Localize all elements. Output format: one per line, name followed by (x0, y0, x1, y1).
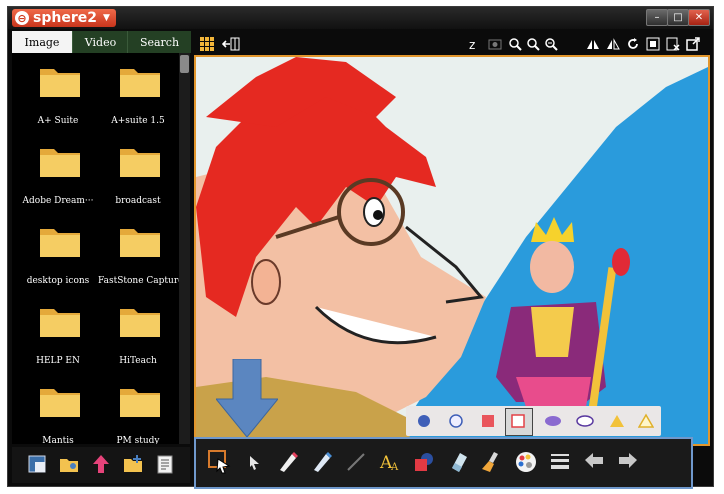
zoom-out-icon[interactable] (526, 37, 540, 51)
file-label: A+ Suite (37, 116, 79, 126)
sphere-logo-icon: ⊖ (15, 11, 29, 25)
outline-rect-selected-button[interactable] (505, 408, 533, 436)
file-label: FastStone Capture (98, 276, 179, 286)
fit-screen-icon[interactable] (646, 37, 660, 51)
outline-ellipse-icon[interactable] (576, 413, 594, 429)
close-button[interactable]: ✕ (688, 9, 710, 26)
chevron-down-icon: ▼ (102, 13, 110, 23)
select-tool-icon[interactable] (208, 450, 232, 474)
svg-text:z: z (469, 38, 475, 51)
upload-icon[interactable] (90, 453, 112, 475)
app-title: sphere2 (33, 10, 97, 26)
close-image-icon[interactable] (666, 37, 680, 51)
tab-search[interactable]: Search (127, 31, 191, 53)
line-width-tool-icon[interactable] (548, 450, 572, 474)
undo-icon[interactable] (582, 450, 606, 474)
tab-video[interactable]: Video (72, 31, 128, 53)
scrollbar-thumb[interactable] (180, 55, 189, 73)
file-list: A+ Suite A+suite 1.5 Adobe Dream··· broadca… (12, 53, 179, 444)
file-item[interactable]: desktop icons (18, 223, 98, 303)
folder-icon (120, 309, 160, 337)
app-menu-button[interactable]: ⊖ sphere2 ▼ (12, 9, 116, 27)
file-item[interactable]: Mantis (18, 383, 98, 444)
folder-icon (120, 229, 160, 257)
filled-ellipse-icon[interactable] (544, 413, 562, 429)
title-bar: ⊖ sphere2 ▼ – □ ✕ (8, 7, 713, 29)
folder-icon (40, 229, 80, 257)
grid-view-icon[interactable] (200, 37, 214, 51)
zoom-reset-icon[interactable] (544, 37, 558, 51)
export-icon[interactable] (686, 37, 700, 51)
folder-icon (40, 149, 80, 177)
file-item[interactable]: A+suite 1.5 (98, 63, 178, 143)
shape-palette (406, 406, 661, 436)
file-item[interactable]: Adobe Dream··· (18, 143, 98, 223)
file-actions-bar (12, 447, 190, 483)
properties-icon[interactable] (154, 453, 176, 475)
outline-rect-icon (511, 414, 525, 428)
folder-icon (40, 389, 80, 417)
collapse-panel-icon[interactable] (222, 37, 240, 51)
file-label: A+suite 1.5 (111, 116, 165, 126)
open-folder-icon[interactable] (58, 453, 80, 475)
file-item[interactable]: PM study (98, 383, 178, 444)
file-item[interactable]: HiTeach (98, 303, 178, 383)
svg-text:A: A (390, 462, 399, 473)
file-list-scrollbar[interactable] (179, 53, 190, 444)
outline-triangle-icon[interactable] (638, 413, 654, 429)
color-picker-tool-icon[interactable] (514, 450, 538, 474)
file-label: broadcast (115, 196, 161, 206)
app-window: ⊖ sphere2 ▼ – □ ✕ Image Video Search A+ … (7, 6, 714, 489)
file-label: desktop icons (26, 276, 90, 286)
file-label: PM study (116, 436, 160, 444)
file-item[interactable]: broadcast (98, 143, 178, 223)
outline-circle-icon[interactable] (448, 413, 464, 429)
clear-tool-icon[interactable] (480, 450, 504, 474)
capture-icon[interactable] (488, 37, 502, 51)
filled-rect-icon[interactable] (480, 413, 496, 429)
viewer-toolbar: z (194, 33, 709, 55)
pointer-tool-icon[interactable] (242, 450, 266, 474)
eraser-tool-icon[interactable] (446, 450, 470, 474)
folder-icon (120, 69, 160, 97)
rotate-icon[interactable] (626, 37, 640, 51)
redo-icon[interactable] (616, 450, 640, 474)
file-item[interactable]: HELP EN (18, 303, 98, 383)
zoom-in-icon[interactable] (508, 37, 522, 51)
flip-vertical-icon[interactable] (606, 37, 620, 51)
minimize-button[interactable]: – (646, 9, 668, 26)
pen-tool-icon[interactable] (276, 450, 300, 474)
flip-horizontal-icon[interactable] (586, 37, 600, 51)
file-label: Adobe Dream··· (22, 196, 94, 206)
folder-icon (40, 309, 80, 337)
source-tabs: Image Video Search (12, 31, 191, 53)
tab-image[interactable]: Image (12, 31, 72, 53)
text-tool-icon[interactable]: AA (378, 450, 402, 474)
filled-circle-icon[interactable] (416, 413, 432, 429)
maximize-button[interactable]: □ (667, 9, 689, 26)
file-label: Mantis (42, 436, 74, 444)
import-icon[interactable] (26, 453, 48, 475)
file-label: HiTeach (119, 356, 157, 366)
file-label: HELP EN (36, 356, 80, 366)
down-arrow-annotation-icon (216, 359, 278, 437)
file-item[interactable]: A+ Suite (18, 63, 98, 143)
folder-icon (120, 389, 160, 417)
drawing-toolbar: AA (194, 437, 693, 489)
folder-icon (120, 149, 160, 177)
line-tool-icon[interactable] (344, 450, 368, 474)
file-item[interactable]: FastStone Capture (98, 223, 179, 303)
filled-triangle-icon[interactable] (609, 413, 625, 429)
shape-tool-icon[interactable] (412, 450, 436, 474)
new-folder-icon[interactable] (122, 453, 144, 475)
sleep-icon[interactable]: z (468, 37, 482, 51)
folder-icon (40, 69, 80, 97)
highlighter-tool-icon[interactable] (310, 450, 334, 474)
